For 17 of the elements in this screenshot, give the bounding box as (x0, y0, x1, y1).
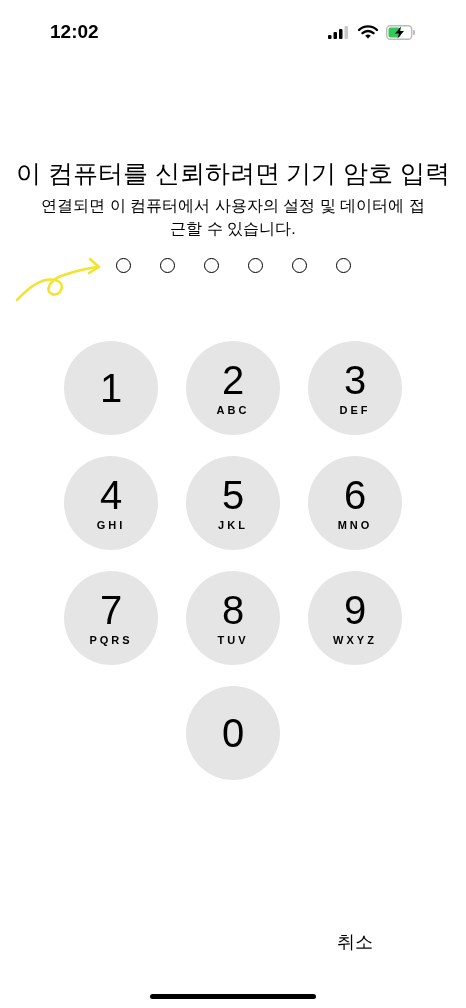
battery-charging-icon (386, 24, 416, 40)
keypad-key[interactable]: 6 MNO (308, 456, 402, 550)
keypad-key[interactable]: 8 TUV (186, 571, 280, 665)
passcode-description: 연결되면 이 컴퓨터에서 사용자의 설정 및 데이터에 접근할 수 있습니다. (40, 196, 426, 239)
keypad-key[interactable]: 7 PQRS (64, 571, 158, 665)
passcode-title: 이 컴퓨터를 신뢰하려면 기기 암호 입력 (15, 158, 451, 188)
keypad-key[interactable]: 4 GHI (64, 456, 158, 550)
keypad-key[interactable]: 9 WXYZ (308, 571, 402, 665)
status-time: 12:02 (50, 19, 99, 44)
signal-icon (328, 25, 350, 39)
keypad-key[interactable]: 2 ABC (186, 341, 280, 435)
cancel-button[interactable]: 취소 (337, 929, 373, 956)
wifi-icon (358, 25, 378, 39)
keypad-key[interactable]: 0 (186, 686, 280, 780)
keypad-key[interactable]: 5 JKL (186, 456, 280, 550)
keypad-key[interactable]: 3 DEF (308, 341, 402, 435)
keypad-key[interactable]: 1 (64, 341, 158, 435)
